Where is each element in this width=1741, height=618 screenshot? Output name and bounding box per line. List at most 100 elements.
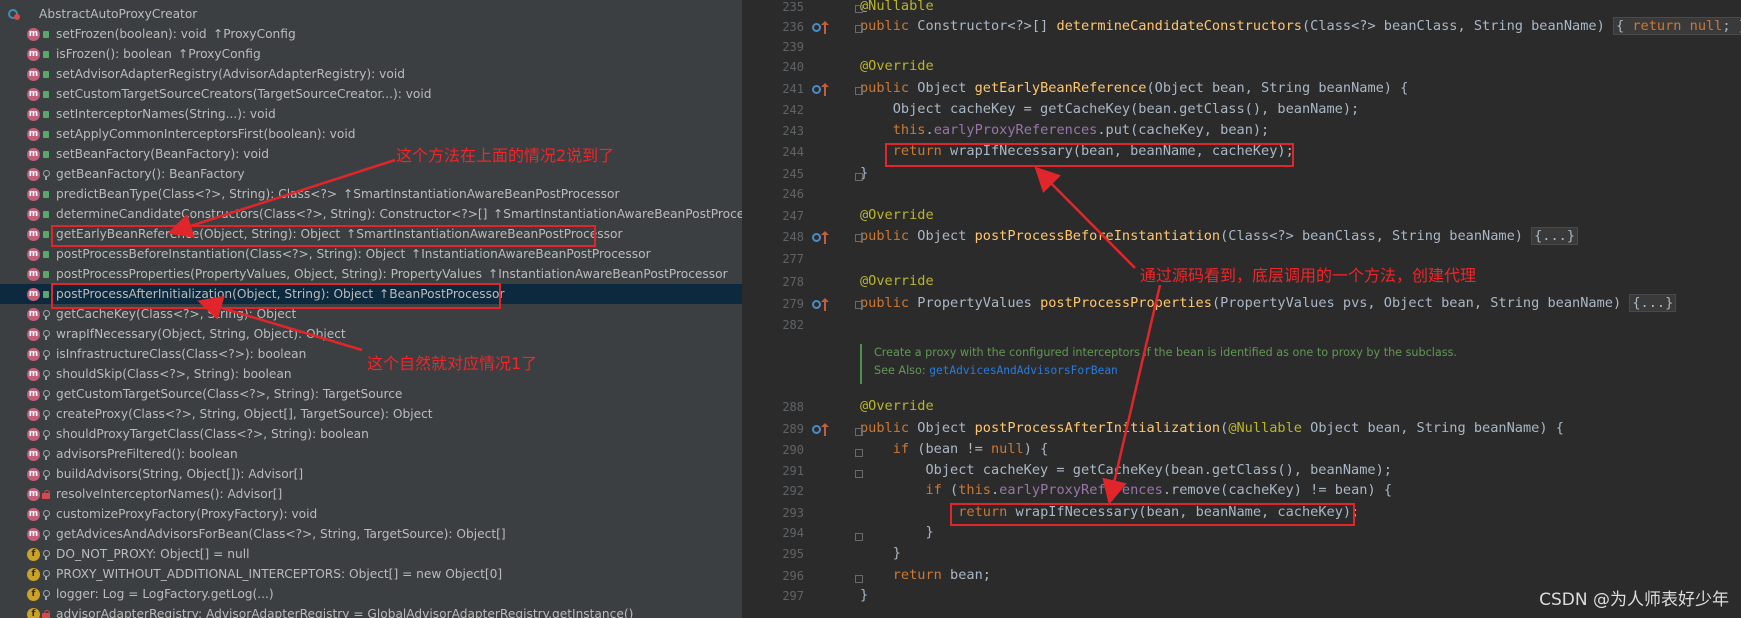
code-line[interactable]: @Override <box>860 273 934 289</box>
code-line[interactable]: Object cacheKey = getCacheKey(bean.getCl… <box>860 101 1360 117</box>
line-number: 282 <box>782 318 804 332</box>
structure-root[interactable]: AbstractAutoProxyCreator <box>0 4 742 24</box>
javadoc-block: Create a proxy with the configured inter… <box>860 344 1720 384</box>
structure-member[interactable]: m shouldProxyTargetClass(Class<?>, String… <box>0 424 742 444</box>
member-signature: shouldProxyTargetClass(Class<?>, String)… <box>56 427 369 441</box>
member-signature: resolveInterceptorNames(): Advisor[] <box>56 487 283 501</box>
line-number: 277 <box>782 252 804 266</box>
code-line[interactable]: @Override <box>860 398 934 414</box>
code-line[interactable]: public Constructor<?>[] determineCandida… <box>860 17 1741 35</box>
structure-member[interactable]: m postProcessProperties(PropertyValues, O… <box>0 264 742 284</box>
member-signature: logger: Log = LogFactory.getLog(...) <box>56 587 274 601</box>
member-signature: setInterceptorNames(String...): void <box>56 107 276 121</box>
structure-member[interactable]: m setBeanFactory(BeanFactory): void <box>0 144 742 164</box>
code-line[interactable]: } <box>860 587 868 603</box>
fold-toggle-icon[interactable] <box>855 173 863 181</box>
structure-member[interactable]: m setInterceptorNames(String...): void <box>0 104 742 124</box>
implements-arrow-icon[interactable] <box>821 423 829 436</box>
structure-member[interactable]: f DO_NOT_PROXY: Object[] = null <box>0 544 742 564</box>
structure-member[interactable]: m determineCandidateConstructors(Class<?>… <box>0 204 742 224</box>
fold-toggle-icon[interactable] <box>855 428 863 436</box>
code-line[interactable]: } <box>860 524 933 540</box>
implements-arrow-icon[interactable] <box>821 83 829 96</box>
override-gutter-icon[interactable] <box>812 300 821 309</box>
structure-member[interactable]: m getBeanFactory(): BeanFactory <box>0 164 742 184</box>
structure-member[interactable]: m resolveInterceptorNames(): Advisor[] <box>0 484 742 504</box>
structure-member[interactable]: f advisorAdapterRegistry: AdvisorAdapterR… <box>0 604 742 618</box>
inherited-from: ↑ProxyConfig <box>178 47 261 61</box>
structure-member[interactable]: m postProcessBeforeInstantiation(Class<?>… <box>0 244 742 264</box>
structure-member[interactable]: f logger: Log = LogFactory.getLog(...) <box>0 584 742 604</box>
override-gutter-icon[interactable] <box>812 23 821 32</box>
method-icon: m <box>27 268 40 281</box>
method-icon: m <box>27 88 40 101</box>
code-line[interactable]: @Nullable <box>860 0 934 14</box>
line-number: 246 <box>782 187 804 201</box>
structure-member[interactable]: m createProxy(Class<?>, String, Object[],… <box>0 404 742 424</box>
fold-toggle-icon[interactable] <box>855 470 863 478</box>
structure-member[interactable]: m setApplyCommonInterceptorsFirst(boolean… <box>0 124 742 144</box>
fold-toggle-icon[interactable] <box>855 575 863 583</box>
structure-member[interactable]: m isFrozen(): boolean ↑ProxyConfig <box>0 44 742 64</box>
override-gutter-icon[interactable] <box>812 233 821 242</box>
fold-toggle-icon[interactable] <box>855 5 863 13</box>
code-line[interactable]: public Object postProcessBeforeInstantia… <box>860 227 1579 245</box>
code-line[interactable]: @Override <box>860 207 934 223</box>
member-signature: advisorsPreFiltered(): boolean <box>56 447 238 461</box>
line-number: 240 <box>782 60 804 74</box>
code-line[interactable]: public Object postProcessAfterInitializa… <box>860 420 1564 436</box>
structure-member[interactable]: m wrapIfNecessary(Object, String, Object)… <box>0 324 742 344</box>
code-line[interactable]: public PropertyValues postProcessPropert… <box>860 294 1677 312</box>
override-gutter-icon[interactable] <box>812 85 821 94</box>
member-signature: setFrozen(boolean): void <box>56 27 207 41</box>
inherited-from: ↑InstantiationAwareBeanPostProcessor <box>488 267 728 281</box>
javadoc-see-link[interactable]: getAdvicesAndAdvisorsForBean <box>929 364 1118 377</box>
fold-toggle-icon[interactable] <box>855 449 863 457</box>
line-number: 293 <box>782 506 804 520</box>
member-signature: shouldSkip(Class<?>, String): boolean <box>56 367 292 381</box>
fold-toggle-icon[interactable] <box>855 234 863 242</box>
code-line[interactable]: if (bean != null) { <box>860 441 1049 457</box>
protected-visibility-icon <box>42 350 50 360</box>
protected-visibility-icon <box>42 450 50 460</box>
structure-member[interactable]: f PROXY_WITHOUT_ADDITIONAL_INTERCEPTORS: … <box>0 564 742 584</box>
member-signature: setAdvisorAdapterRegistry(AdvisorAdapter… <box>56 67 405 81</box>
structure-member[interactable]: m getCustomTargetSource(Class<?>, String)… <box>0 384 742 404</box>
code-line[interactable]: } <box>860 545 901 561</box>
code-line[interactable]: return bean; <box>860 567 991 583</box>
line-number: 290 <box>782 443 804 457</box>
code-line[interactable]: Object cacheKey = getCacheKey(bean.getCl… <box>860 462 1392 478</box>
structure-member[interactable]: m predictBeanType(Class<?>, String): Clas… <box>0 184 742 204</box>
structure-member[interactable]: m customizeProxyFactory(ProxyFactory): vo… <box>0 504 742 524</box>
method-icon: m <box>27 368 40 381</box>
structure-member[interactable]: m setCustomTargetSourceCreators(TargetSou… <box>0 84 742 104</box>
structure-member[interactable]: m buildAdvisors(String, Object[]): Adviso… <box>0 464 742 484</box>
member-signature: determineCandidateConstructors(Class<?>,… <box>56 207 488 221</box>
implements-arrow-icon[interactable] <box>821 298 829 311</box>
implements-arrow-icon[interactable] <box>821 231 829 244</box>
fold-toggle-icon[interactable] <box>855 87 863 95</box>
line-number: 241 <box>782 82 804 96</box>
code-line[interactable]: if (this.earlyProxyReferences.remove(cac… <box>860 482 1392 498</box>
line-number: 244 <box>782 145 804 159</box>
fold-toggle-icon[interactable] <box>855 301 863 309</box>
line-number: 278 <box>782 275 804 289</box>
fold-toggle-icon[interactable] <box>855 533 863 541</box>
structure-member[interactable]: m getAdvicesAndAdvisorsForBean(Class<?>, … <box>0 524 742 544</box>
method-icon: m <box>27 508 40 521</box>
method-icon: m <box>27 28 40 41</box>
protected-visibility-icon <box>42 530 50 540</box>
code-line[interactable]: public Object getEarlyBeanReference(Obje… <box>860 80 1408 96</box>
override-gutter-icon[interactable] <box>812 425 821 434</box>
member-signature: buildAdvisors(String, Object[]): Advisor… <box>56 467 304 481</box>
fold-toggle-icon[interactable] <box>855 25 863 33</box>
structure-member[interactable]: m setFrozen(boolean): void ↑ProxyConfig <box>0 24 742 44</box>
private-visibility-icon <box>42 490 50 499</box>
inherited-from: ↑ProxyConfig <box>213 27 296 41</box>
code-line[interactable]: this.earlyProxyReferences.put(cacheKey, … <box>860 122 1270 138</box>
structure-member[interactable]: m setAdvisorAdapterRegistry(AdvisorAdapte… <box>0 64 742 84</box>
code-line[interactable]: @Override <box>860 58 934 74</box>
structure-member[interactable]: m advisorsPreFiltered(): boolean <box>0 444 742 464</box>
member-signature: isFrozen(): boolean <box>56 47 172 61</box>
implements-arrow-icon[interactable] <box>821 21 829 34</box>
